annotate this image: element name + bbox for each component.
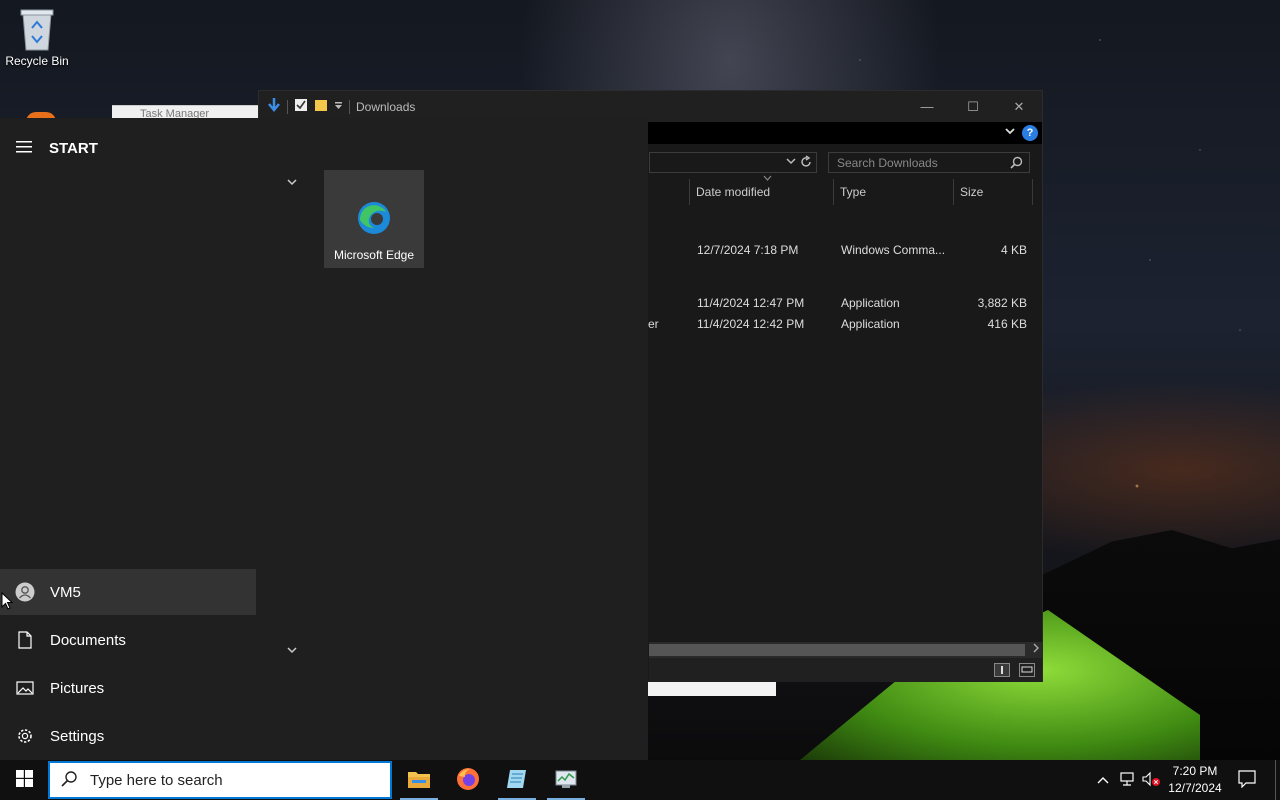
scroll-right-icon[interactable]	[1032, 643, 1040, 656]
sort-chevron-icon	[763, 173, 772, 183]
clock-date: 12/7/2024	[1168, 781, 1222, 795]
qat-separator	[349, 99, 350, 114]
window-controls: — ☐ ✕	[904, 91, 1042, 122]
downloads-arrow-icon	[267, 97, 281, 116]
start-item-label: Pictures	[50, 679, 105, 697]
network-icon	[1118, 771, 1136, 790]
address-bar[interactable]	[649, 152, 817, 173]
taskbar-search-placeholder: Type here to search	[90, 771, 223, 789]
start-item-label: Settings	[50, 727, 105, 745]
column-size-label: Size	[960, 185, 984, 199]
start-button[interactable]	[0, 760, 48, 800]
tile-group-chevron-icon[interactable]	[286, 174, 298, 189]
background-window-edge	[648, 682, 776, 696]
taskbar-file-explorer[interactable]	[396, 760, 442, 800]
window-title: Downloads	[356, 99, 416, 114]
column-size[interactable]: Size	[953, 179, 1033, 205]
start-menu-header: START	[0, 128, 98, 168]
file-size: 3,882 KB	[977, 296, 1027, 310]
file-type: Application	[841, 296, 900, 310]
scrollbar-thumb[interactable]	[649, 644, 1025, 656]
tile-microsoft-edge[interactable]: Microsoft Edge	[324, 170, 424, 268]
network-tray-button[interactable]	[1116, 760, 1138, 800]
action-center-button[interactable]	[1234, 760, 1260, 800]
desktop-icon-recycle-bin[interactable]: Recycle Bin	[2, 6, 72, 68]
start-user-account[interactable]: VM5	[0, 569, 256, 615]
close-button[interactable]: ✕	[996, 91, 1042, 122]
file-type: Application	[841, 317, 900, 331]
folder-icon	[407, 769, 431, 792]
start-menu-title: START	[49, 139, 98, 157]
column-type-label: Type	[840, 185, 867, 199]
taskbar-task-manager[interactable]	[543, 760, 589, 800]
expand-ribbon-chevron-icon[interactable]	[1004, 125, 1016, 140]
taskbar-search-box[interactable]: Type here to search	[48, 761, 392, 799]
qat-separator	[287, 99, 288, 114]
start-item-label: Documents	[50, 631, 126, 649]
large-icons-view-icon[interactable]	[1019, 663, 1035, 677]
column-date-modified-label: Date modified	[696, 185, 771, 199]
column-header: Date modified Type Size	[649, 175, 1035, 205]
minimize-button[interactable]: —	[904, 91, 950, 122]
search-icon	[1010, 156, 1023, 172]
start-item-settings[interactable]: Settings	[0, 713, 256, 759]
taskbar-clock[interactable]: 7:20 PM 12/7/2024	[1160, 763, 1230, 797]
column-type[interactable]: Type	[833, 179, 953, 205]
volume-tray-button[interactable]	[1140, 760, 1162, 800]
clock-time: 7:20 PM	[1172, 764, 1218, 778]
start-menu-tiles: Microsoft Edge	[256, 118, 648, 760]
tile-label: Microsoft Edge	[333, 248, 415, 262]
truncated-file-name: er	[648, 317, 659, 331]
notepad-icon	[505, 768, 529, 793]
volume-muted-icon	[1141, 771, 1161, 790]
qat-dropdown-icon[interactable]	[334, 100, 343, 114]
chevron-up-icon	[1097, 773, 1109, 787]
edge-icon	[356, 200, 392, 239]
file-date: 11/4/2024 12:42 PM	[697, 317, 805, 331]
taskbar: Type here to search 7:20 PM 12/7/2024	[0, 760, 1280, 800]
recycle-bin-label: Recycle Bin	[5, 54, 69, 68]
maximize-button[interactable]: ☐	[950, 91, 996, 122]
hamburger-menu-icon[interactable]	[16, 140, 34, 157]
explorer-search-input[interactable]	[829, 153, 1029, 172]
recycle-bin-icon	[17, 6, 57, 51]
windows-logo-icon	[15, 770, 33, 790]
mouse-cursor-icon	[1, 591, 14, 613]
user-name: VM5	[50, 583, 81, 601]
start-item-pictures[interactable]: Pictures	[0, 665, 256, 711]
status-bar	[649, 658, 1042, 682]
show-desktop-button[interactable]	[1275, 760, 1280, 800]
firefox-icon	[456, 767, 480, 794]
start-item-documents[interactable]: Documents	[0, 617, 256, 663]
address-dropdown-icon[interactable]	[786, 156, 796, 169]
file-size: 416 KB	[987, 317, 1027, 331]
file-row[interactable]: 11/4/2024 12:42 PM Application 416 KB	[649, 314, 1035, 334]
properties-checkbox-icon[interactable]	[294, 98, 308, 115]
tile-group-chevron-icon[interactable]	[286, 642, 298, 657]
details-view-icon[interactable]	[994, 663, 1010, 677]
new-folder-icon[interactable]	[314, 98, 328, 115]
task-manager-icon	[554, 768, 578, 793]
taskbar-notepad[interactable]	[494, 760, 540, 800]
file-size: 4 KB	[1000, 243, 1027, 257]
horizontal-scrollbar[interactable]	[649, 642, 1042, 658]
taskbar-firefox[interactable]	[445, 760, 491, 800]
pictures-icon	[0, 681, 50, 695]
file-row[interactable]: 11/4/2024 12:47 PM Application 3,882 KB	[649, 293, 1035, 313]
show-hidden-icons-button[interactable]	[1094, 760, 1112, 800]
file-date: 11/4/2024 12:47 PM	[697, 296, 805, 310]
start-menu-nav: START VM5 Documents Pictures Settings	[0, 118, 256, 760]
column-date-modified[interactable]: Date modified	[689, 179, 833, 205]
document-icon	[0, 631, 50, 649]
explorer-search-box[interactable]	[828, 152, 1030, 173]
gear-icon	[0, 727, 50, 745]
refresh-icon[interactable]	[800, 155, 812, 172]
help-icon[interactable]: ?	[1022, 125, 1038, 141]
file-type: Windows Comma...	[841, 243, 946, 257]
notification-icon	[1238, 769, 1256, 791]
search-icon	[60, 770, 78, 791]
file-date: 12/7/2024 7:18 PM	[697, 243, 799, 257]
file-row[interactable]: 12/7/2024 7:18 PM Windows Comma... 4 KB	[649, 240, 1035, 260]
